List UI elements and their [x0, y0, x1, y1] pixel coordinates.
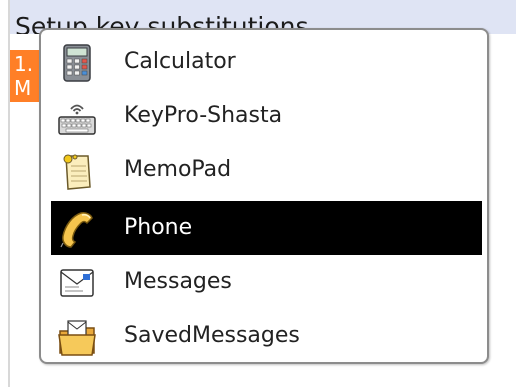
menu-item-label: SavedMessages: [124, 323, 300, 348]
screen: Setup key substitutions 1. M Calculator: [0, 0, 516, 387]
messages-icon: [57, 263, 97, 303]
menu-item-label: MemoPad: [124, 157, 232, 182]
menu-item-calculator[interactable]: Calculator: [51, 35, 482, 89]
menu-item-memopad[interactable]: MemoPad: [51, 143, 482, 197]
app-picker-popup: Calculator KeyPro-Shasta MemoPad Phone M…: [39, 28, 489, 364]
phone-icon: [57, 209, 97, 249]
memopad-icon: [57, 151, 97, 191]
menu-item-label: KeyPro-Shasta: [124, 103, 283, 128]
keyboard-icon: [57, 97, 97, 137]
menu-item-label: Phone: [124, 215, 193, 240]
menu-item-phone[interactable]: Phone: [51, 201, 482, 255]
menu-item-messages[interactable]: Messages: [51, 255, 482, 309]
list-item-text: M: [14, 76, 32, 100]
menu-item-label: Calculator: [124, 49, 236, 74]
list-item-number: 1.: [14, 52, 34, 76]
saved-messages-icon: [57, 317, 97, 357]
menu-item-keypro-shasta[interactable]: KeyPro-Shasta: [51, 89, 482, 143]
calculator-icon: [57, 43, 97, 83]
menu-item-label: Messages: [124, 269, 232, 294]
menu-item-savedmessages[interactable]: SavedMessages: [51, 309, 482, 362]
